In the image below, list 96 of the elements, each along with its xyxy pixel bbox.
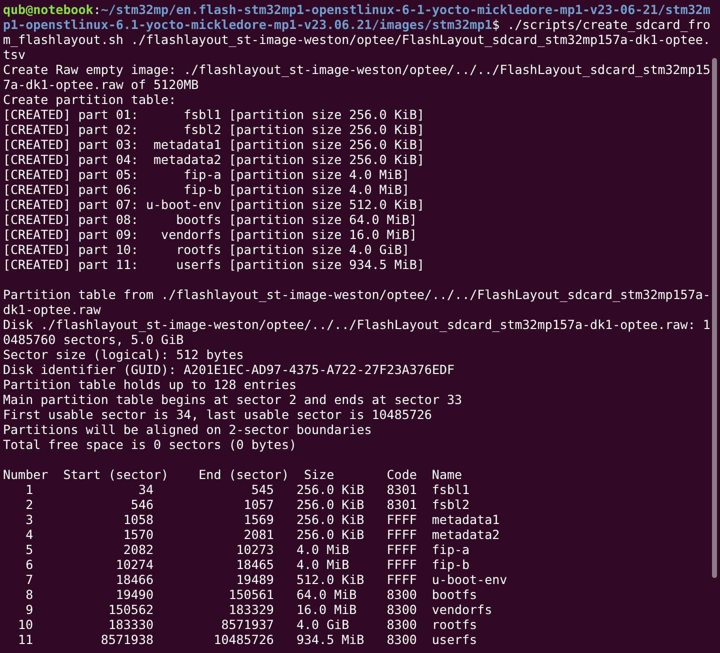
table-cell: 545 <box>251 482 274 497</box>
output-line: [CREATED] part 07: u-boot-env [partition size 512.0 KiB] <box>3 197 426 212</box>
scrollbar[interactable] <box>712 58 717 578</box>
output-line: [CREATED] part 06: fip-b [partition size 4.0 MiB] <box>3 182 410 197</box>
output-line: [CREATED] part 08: bootfs [partition size 64.0 MiB] <box>3 212 418 227</box>
output-line: Main partition table begins at sector 2 and ends at sector 33 <box>3 392 464 407</box>
table-cell: 11 <box>18 632 34 647</box>
table-cell: 8 <box>26 587 34 602</box>
output-line: [CREATED] part 01: fsbl1 [partition size 256.0 KiB] <box>3 107 426 122</box>
output-line: [CREATED] part 03: metadata1 [partition size 256.0 KiB] <box>3 137 426 152</box>
column-header: Size <box>304 467 334 482</box>
output-line: [CREATED] part 09: vendorfs [partition size 16.0 MiB] <box>3 227 418 242</box>
table-cell: 9 <box>26 602 34 617</box>
table-cell: 256.0 KiB <box>296 482 364 497</box>
table-cell: 2082 <box>123 542 154 557</box>
table-cell: 8571938 <box>100 632 154 647</box>
table-cell: 4.0 MiB <box>296 557 350 572</box>
table-cell: 8300 <box>386 587 417 602</box>
table-cell: 1057 <box>244 497 274 512</box>
table-cell: vendorfs <box>432 602 492 617</box>
table-cell: 1569 <box>244 512 274 527</box>
table-cell: metadata1 <box>432 512 500 527</box>
output-line: Disk ./flashlayout_st-image-weston/optee/../../FlashLayout_sdcard_stm32mp157a-dk1-optee.raw: 10485760 sectors, 5.0 GiB <box>3 317 710 347</box>
table-cell: 8301 <box>386 497 417 512</box>
table-cell: 10485726 <box>214 632 274 647</box>
table-cell: 8571937 <box>221 617 274 632</box>
table-cell: 2081 <box>244 527 274 542</box>
table-cell: FFFF <box>386 557 417 572</box>
output-line: [CREATED] part 11: userfs [partition size 934.5 MiB] <box>3 257 426 272</box>
output-line: [CREATED] part 04: metadata2 [partition size 256.0 KiB] <box>3 152 426 167</box>
table-cell: 150562 <box>108 602 154 617</box>
table-cell: userfs <box>432 632 478 647</box>
column-header: Number <box>3 467 48 482</box>
table-cell: 256.0 KiB <box>296 497 364 512</box>
output-line: Partitions will be aligned on 2-sector boundaries <box>3 422 373 437</box>
table-cell: 8300 <box>386 632 417 647</box>
table-cell: 8300 <box>386 602 417 617</box>
table-cell: 8300 <box>386 617 417 632</box>
table-cell: FFFF <box>386 572 417 587</box>
output-line: Create partition table: <box>3 92 178 107</box>
table-cell: 1 <box>26 482 34 497</box>
output-line: Disk identifier (GUID): A201E1EC-AD97-4375-A722-27F23A376EDF <box>3 362 456 377</box>
table-cell: fsbl2 <box>432 497 470 512</box>
table-cell: 512.0 KiB <box>296 572 364 587</box>
table-cell: 64.0 MiB <box>296 587 357 602</box>
table-cell: 19490 <box>116 587 154 602</box>
table-cell: 3 <box>26 512 34 527</box>
output-line: First usable sector is 34, last usable sector is 10485726 <box>3 407 433 422</box>
command-prompt: qub@notebook:~/stm32mp/en.flash-stm32mp1-openstlinux-6-1-yocto-mickledore-mp1-v23-06-21/stm32mp1-openstlinux-6.1-yocto-mickledore-mp1-v23.06.21/images/stm32mp1$ ./scripts/create_sdcard_from_flashlayout.sh ./flashlayout_st-image-weston/optee/FlashLayout_sdcard_stm32mp157a-dk1-optee.tsv <box>3 2 710 62</box>
table-cell: fip-a <box>432 542 470 557</box>
table-cell: fsbl1 <box>432 482 470 497</box>
table-cell: 10 <box>18 617 34 632</box>
table-cell: FFFF <box>386 512 417 527</box>
table-cell: 934.5 MiB <box>296 632 364 647</box>
column-header: Start (sector) <box>63 467 169 482</box>
output-line: [CREATED] part 02: fsbl2 [partition size 256.0 KiB] <box>3 122 426 137</box>
table-cell: 1570 <box>123 527 154 542</box>
table-cell: 5 <box>26 542 34 557</box>
table-cell: 4 <box>26 527 34 542</box>
table-cell: rootfs <box>432 617 478 632</box>
table-cell: 256.0 KiB <box>296 527 364 542</box>
table-cell: 183329 <box>228 602 274 617</box>
column-header: Name <box>432 467 462 482</box>
table-cell: 7 <box>26 572 34 587</box>
table-cell: 256.0 KiB <box>296 512 364 527</box>
table-cell: FFFF <box>386 542 417 557</box>
table-cell: 19489 <box>236 572 274 587</box>
table-cell: 1058 <box>123 512 154 527</box>
table-cell: 34 <box>138 482 154 497</box>
column-header: End (sector) <box>198 467 289 482</box>
table-cell: fip-b <box>432 557 470 572</box>
table-cell: bootfs <box>432 587 478 602</box>
table-cell: u-boot-env <box>432 572 508 587</box>
table-cell: 18466 <box>116 572 154 587</box>
table-cell: 4.0 GiB <box>296 617 350 632</box>
column-header: Code <box>386 467 417 482</box>
table-cell: 4.0 MiB <box>296 542 350 557</box>
table-cell: 10273 <box>236 542 274 557</box>
table-cell: 8301 <box>386 482 417 497</box>
output-line: [CREATED] part 05: fip-a [partition size 4.0 MiB] <box>3 167 410 182</box>
output-line: Partition table from ./flashlayout_st-image-weston/optee/../../FlashLayout_sdcard_stm32mp157a-dk1-optee.raw <box>3 287 710 317</box>
table-cell: 6 <box>26 557 34 572</box>
table-cell: 546 <box>130 497 154 512</box>
output-line: Total free space is 0 sectors (0 bytes) <box>3 437 298 452</box>
table-cell: 183330 <box>108 617 154 632</box>
table-cell: 150561 <box>228 587 274 602</box>
output-line: Partition table holds up to 128 entries <box>3 377 298 392</box>
table-cell: FFFF <box>386 527 417 542</box>
output-line: [CREATED] part 10: rootfs [partition size 4.0 GiB] <box>3 242 410 257</box>
table-cell: 18465 <box>236 557 274 572</box>
output-line: Sector size (logical): 512 bytes <box>3 347 245 362</box>
table-cell: 10274 <box>116 557 154 572</box>
table-cell: 2 <box>26 497 34 512</box>
table-cell: metadata2 <box>432 527 500 542</box>
table-cell: 16.0 MiB <box>296 602 357 617</box>
output-line: Create Raw empty image: ./flashlayout_st-image-weston/optee/../../FlashLayout_sdcard_stm32mp157a-dk1-optee.raw of 5120MB <box>3 62 710 92</box>
